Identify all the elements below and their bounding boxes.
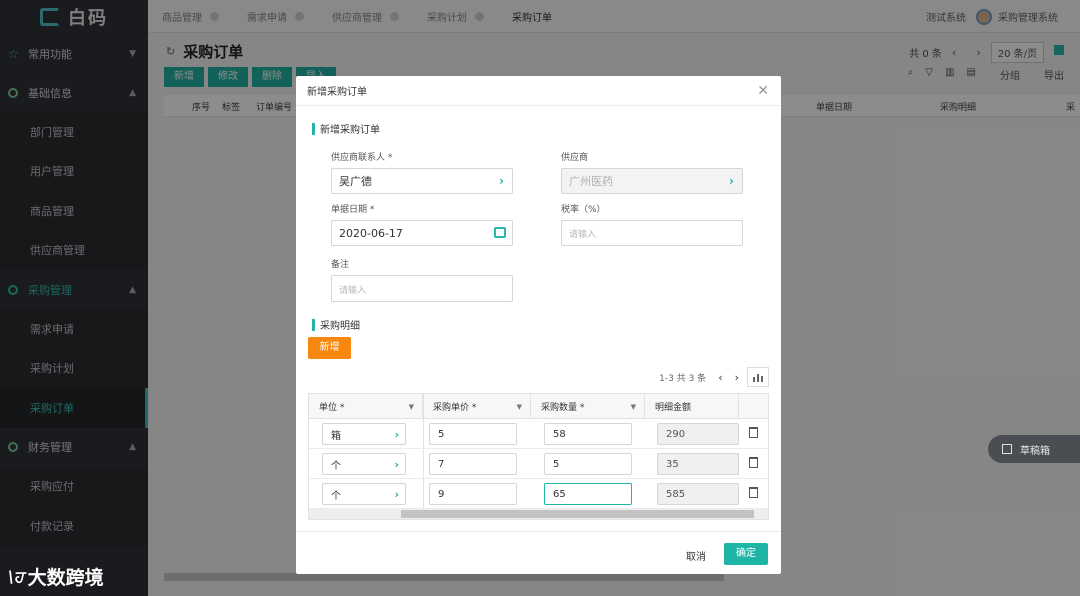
column-header-unit[interactable]: 单位 * ▼ bbox=[309, 394, 423, 419]
tax-input[interactable]: 请输入 bbox=[561, 220, 743, 246]
chevron-right-icon: › bbox=[394, 457, 399, 471]
watermark-text: 大数跨境 bbox=[27, 567, 104, 589]
table-row: 个 › 9 65 585 bbox=[309, 479, 768, 509]
date-field[interactable]: 2020-06-17 bbox=[331, 220, 513, 246]
amount-field: 585 bbox=[657, 483, 739, 505]
contact-value: 吴广德 bbox=[339, 175, 372, 188]
tax-placeholder: 请输入 bbox=[569, 229, 597, 240]
section-title-text: 新增采购订单 bbox=[320, 125, 380, 136]
unit-select[interactable]: 个 › bbox=[322, 483, 406, 505]
section-title-text: 采购明细 bbox=[320, 321, 360, 332]
column-header-label: 采购数量 * bbox=[541, 403, 585, 413]
watermark-logo: \ਹ bbox=[8, 566, 24, 586]
table-row: 箱 › 5 58 290 bbox=[309, 419, 768, 449]
sort-icon[interactable]: ▼ bbox=[409, 403, 414, 411]
unit-select[interactable]: 箱 › bbox=[322, 423, 406, 445]
price-value: 9 bbox=[438, 488, 445, 500]
cancel-button[interactable]: 取消 bbox=[686, 548, 706, 563]
unit-value: 个 bbox=[331, 460, 341, 472]
unit-value: 个 bbox=[331, 490, 341, 502]
chevron-right-icon: › bbox=[729, 174, 734, 188]
detail-pager: 1-3 共 3 条 ‹ › bbox=[659, 367, 769, 387]
watermark: \ਹ 大数跨境 bbox=[8, 563, 104, 590]
qty-input[interactable]: 58 bbox=[544, 423, 632, 445]
amount-value: 35 bbox=[666, 458, 679, 470]
detail-table: 单位 * ▼ 采购单价 * ▼ 采购数量 * ▼ 明细金额 箱 › 5 58 29… bbox=[308, 393, 769, 520]
drafts-label: 草稿箱 bbox=[1020, 445, 1050, 457]
qty-value: 58 bbox=[553, 428, 566, 440]
supplier-label: 供应商 bbox=[561, 153, 589, 163]
section-bar bbox=[312, 122, 315, 135]
amount-field: 290 bbox=[657, 423, 739, 445]
unit-value: 箱 bbox=[331, 430, 341, 442]
trash-icon[interactable] bbox=[749, 427, 758, 438]
column-header-label: 采购单价 * bbox=[433, 403, 477, 413]
sort-icon[interactable]: ▼ bbox=[631, 403, 636, 411]
chevron-right-icon[interactable]: › bbox=[735, 371, 739, 384]
confirm-button[interactable]: 确定 bbox=[724, 543, 768, 565]
detail-pager-range: 1-3 共 3 条 bbox=[659, 373, 707, 384]
dialog-title: 新增采购订单 bbox=[307, 87, 367, 98]
column-header-qty[interactable]: 采购数量 * ▼ bbox=[531, 394, 645, 419]
column-header-amount[interactable]: 明细金额 bbox=[645, 394, 739, 419]
dialog-footer: 取消 确定 bbox=[296, 531, 781, 574]
price-input[interactable]: 5 bbox=[429, 423, 517, 445]
column-header-label: 明细金额 bbox=[655, 403, 692, 413]
price-value: 5 bbox=[438, 428, 445, 440]
supplier-value: 广州医药 bbox=[569, 175, 613, 188]
scrollbar-thumb[interactable] bbox=[401, 510, 754, 518]
amount-value: 585 bbox=[666, 488, 686, 500]
dialog-header: 新增采购订单 ✕ bbox=[296, 76, 781, 106]
section-title: 新增采购订单 bbox=[312, 121, 380, 136]
close-icon[interactable]: ✕ bbox=[757, 83, 769, 99]
date-label: 单据日期 * bbox=[331, 205, 375, 215]
new-order-dialog: 新增采购订单 ✕ 新增采购订单 供应商联系人 * 吴广德 › 供应商 广州医药 … bbox=[296, 76, 781, 574]
chart-icon[interactable] bbox=[747, 367, 769, 387]
column-header-label: 单位 * bbox=[319, 403, 345, 413]
contact-field[interactable]: 吴广德 › bbox=[331, 168, 513, 194]
price-input[interactable]: 7 bbox=[429, 453, 517, 475]
chevron-right-icon: › bbox=[394, 427, 399, 441]
remark-placeholder: 请输入 bbox=[339, 286, 367, 296]
chevron-left-icon[interactable]: ‹ bbox=[718, 371, 722, 384]
amount-field: 35 bbox=[657, 453, 739, 475]
chevron-right-icon: › bbox=[394, 487, 399, 501]
remark-textarea[interactable]: 请输入 bbox=[331, 275, 513, 302]
section-bar bbox=[312, 318, 315, 331]
trash-icon[interactable] bbox=[749, 487, 758, 498]
table-row: 个 › 7 5 35 bbox=[309, 449, 768, 479]
tax-label: 税率（%） bbox=[561, 205, 606, 215]
price-value: 7 bbox=[438, 458, 445, 470]
section-title: 采购明细 bbox=[312, 317, 360, 332]
drafts-button[interactable]: 草稿箱 bbox=[988, 435, 1080, 463]
qty-value: 65 bbox=[553, 488, 566, 500]
qty-input[interactable]: 5 bbox=[544, 453, 632, 475]
detail-table-header: 单位 * ▼ 采购单价 * ▼ 采购数量 * ▼ 明细金额 bbox=[309, 394, 768, 419]
qty-value: 5 bbox=[553, 458, 560, 470]
column-header-price[interactable]: 采购单价 * ▼ bbox=[423, 394, 531, 419]
remark-label: 备注 bbox=[331, 260, 350, 270]
trash-icon[interactable] bbox=[749, 457, 758, 468]
qty-input[interactable]: 65 bbox=[544, 483, 632, 505]
unit-select[interactable]: 个 › bbox=[322, 453, 406, 475]
amount-value: 290 bbox=[666, 428, 686, 440]
date-value: 2020-06-17 bbox=[339, 226, 403, 240]
price-input[interactable]: 9 bbox=[429, 483, 517, 505]
edit-icon bbox=[1002, 444, 1012, 454]
contact-label: 供应商联系人 * bbox=[331, 153, 393, 163]
calendar-icon[interactable] bbox=[494, 227, 506, 238]
chevron-right-icon: › bbox=[499, 174, 504, 188]
supplier-field: 广州医药 › bbox=[561, 168, 743, 194]
add-detail-button[interactable]: 新增 bbox=[308, 337, 351, 359]
sort-icon[interactable]: ▼ bbox=[517, 403, 522, 411]
